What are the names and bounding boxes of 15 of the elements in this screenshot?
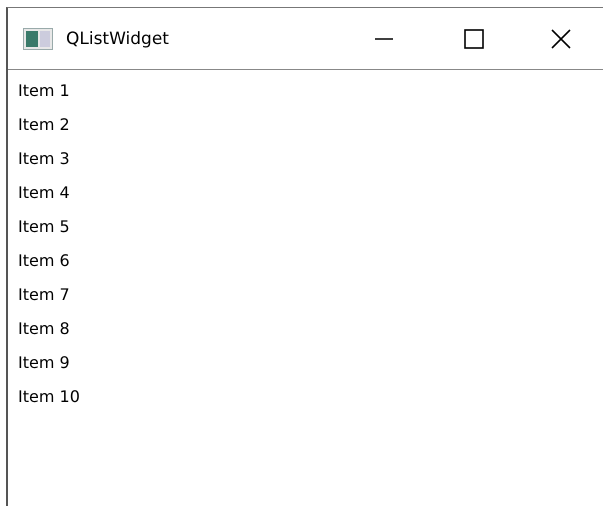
window-title: QListWidget [66,28,169,48]
list-item[interactable]: Item 8 [18,312,70,346]
list-item[interactable]: Item 3 [18,142,70,176]
list-item[interactable]: Item 6 [18,244,70,278]
app-icon [23,28,53,50]
list-item[interactable]: Item 9 [18,346,70,380]
list-item[interactable]: Item 5 [18,210,70,244]
list-item[interactable]: Item 7 [18,278,70,312]
close-icon [551,28,571,48]
list-item[interactable]: Item 1 [18,74,70,108]
list-item[interactable]: Item 10 [18,380,80,414]
maximize-icon [464,28,484,48]
minimize-icon [374,38,394,40]
list-item[interactable]: Item 4 [18,176,70,210]
list-item[interactable]: Item 2 [18,108,70,142]
